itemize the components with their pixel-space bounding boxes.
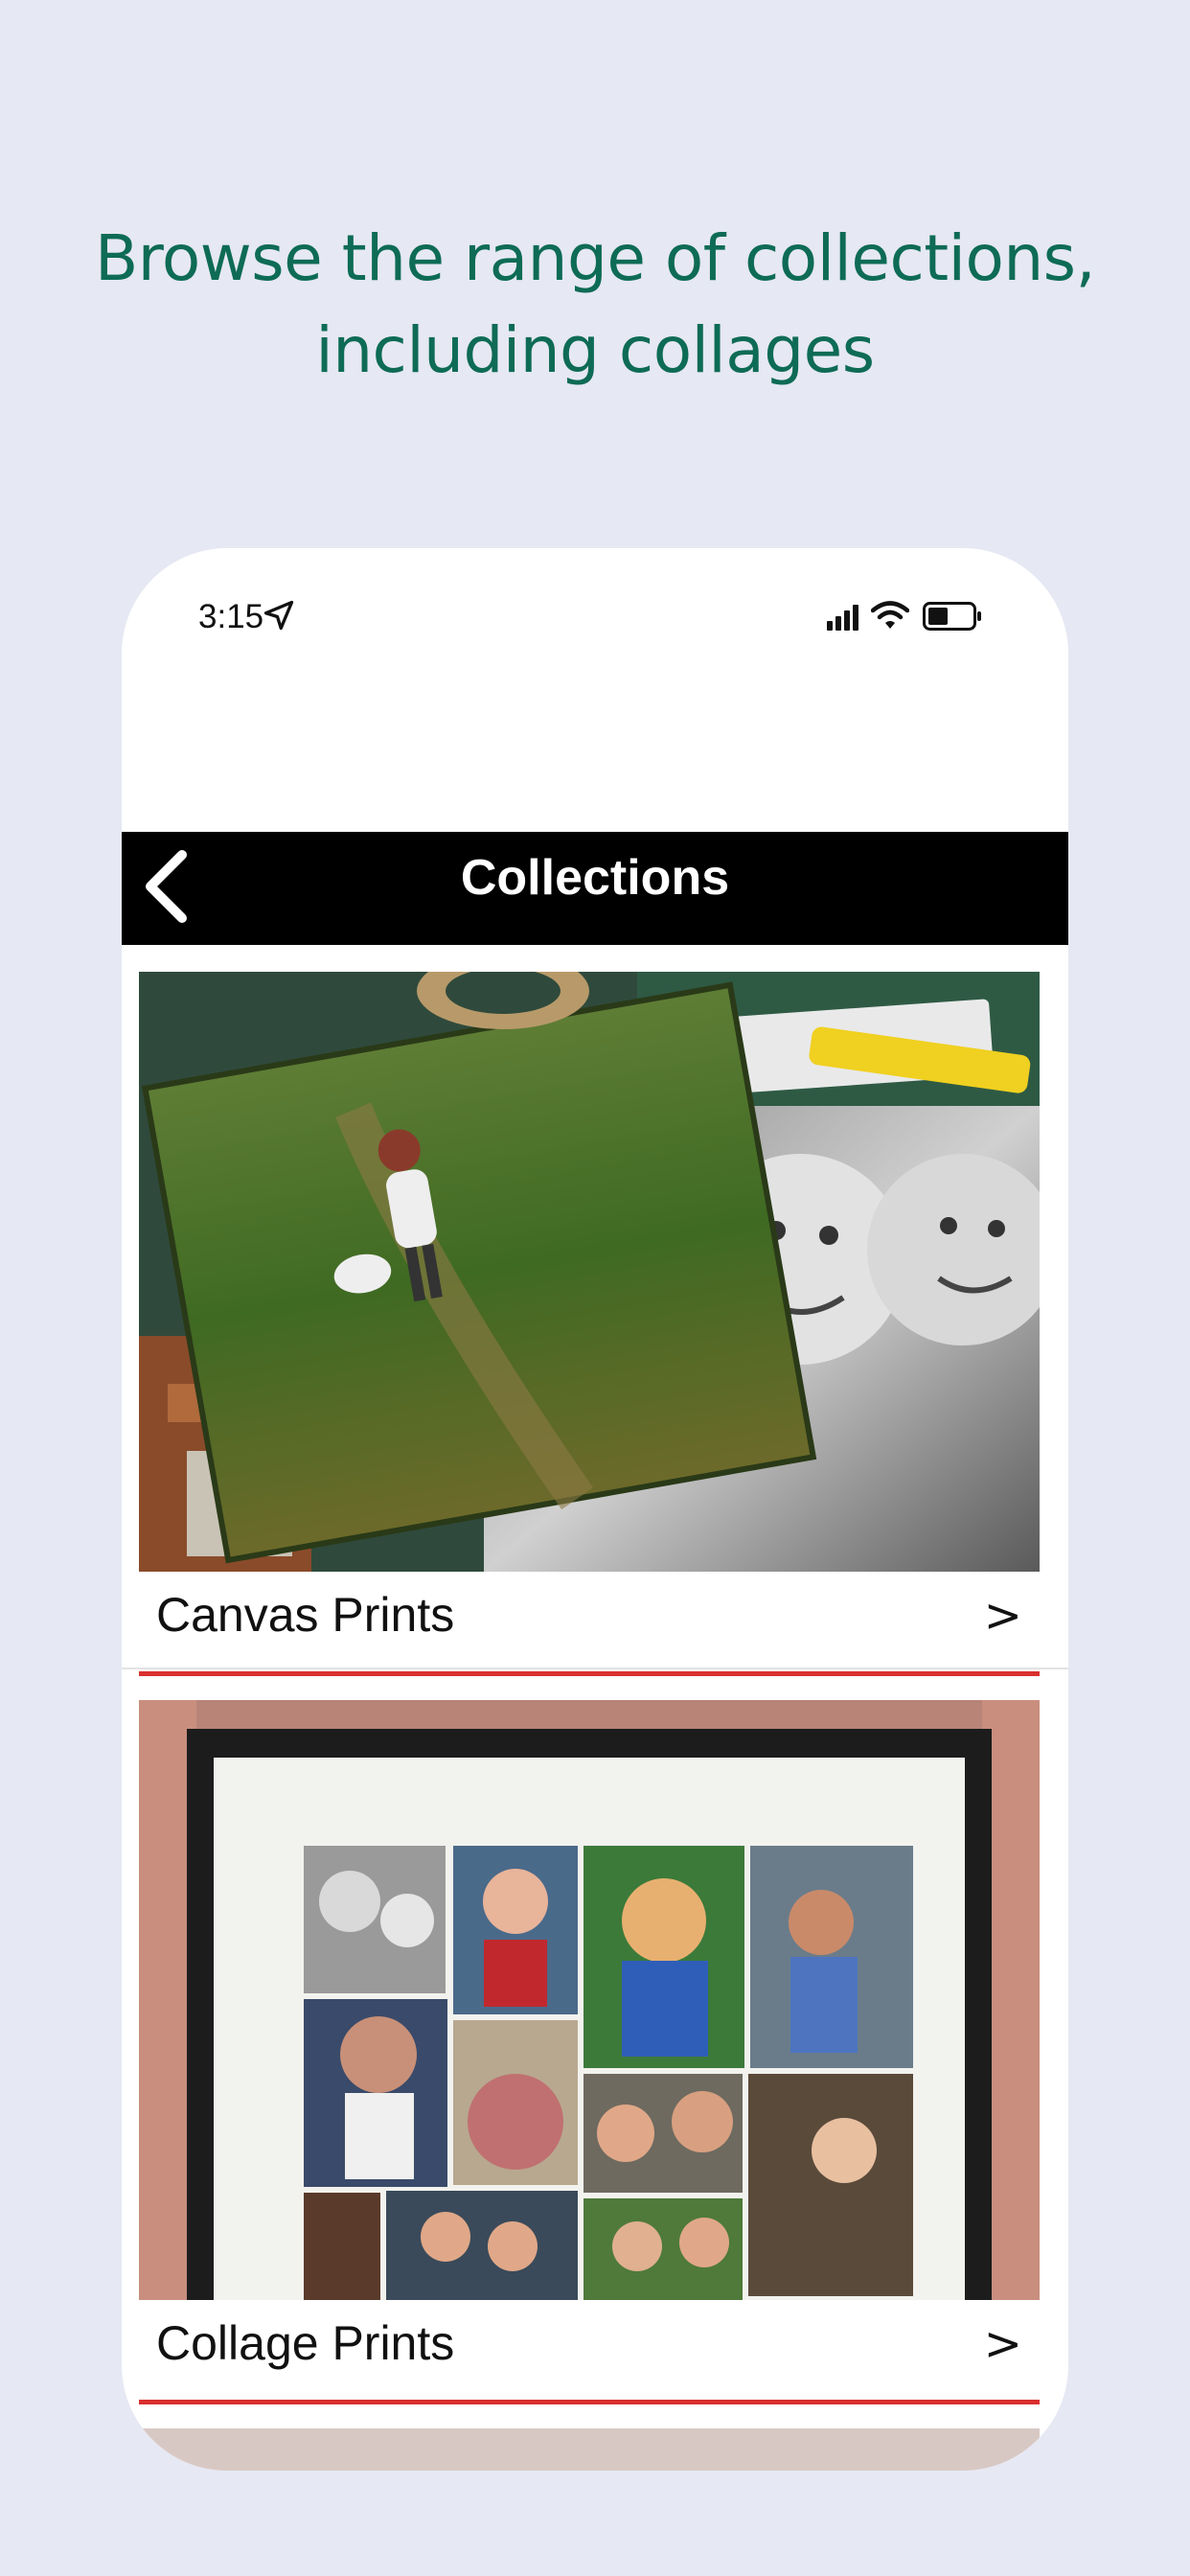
collection-label-canvas-prints: Canvas Prints	[156, 1588, 455, 1642]
cellular-signal-icon	[827, 605, 858, 631]
card-underline	[139, 1671, 1040, 1676]
status-time: 3:15	[198, 598, 264, 635]
battery-icon	[923, 602, 981, 631]
collections-navbar: Collections	[122, 832, 1068, 945]
chevron-right-icon: >	[983, 1589, 1022, 1643]
page-title: Collections	[460, 850, 730, 906]
marketing-headline: Browse the range of collections, includi…	[0, 213, 1190, 397]
divider	[122, 1668, 1068, 1669]
headline-line-2: including collages	[315, 313, 875, 387]
status-bar: 3:15	[122, 548, 1068, 682]
chevron-right-icon: >	[983, 2317, 1022, 2371]
card-underline	[139, 2400, 1040, 2404]
collage-prints-image	[139, 1700, 1040, 2300]
collection-card-collage-prints[interactable]: Collage Prints >	[139, 1700, 1040, 2405]
collection-label-collage-prints: Collage Prints	[156, 2316, 455, 2370]
next-collection-card-peek	[139, 2428, 1040, 2471]
wifi-icon	[871, 601, 909, 629]
collection-card-canvas-prints[interactable]: Canvas Prints >	[139, 972, 1040, 1677]
location-arrow-icon	[263, 600, 294, 631]
canvas-prints-image	[139, 972, 1040, 1572]
phone-frame: 3:15 Collections Canvas Prints > Collage…	[122, 548, 1068, 2471]
headline-line-1: Browse the range of collections,	[94, 221, 1096, 295]
